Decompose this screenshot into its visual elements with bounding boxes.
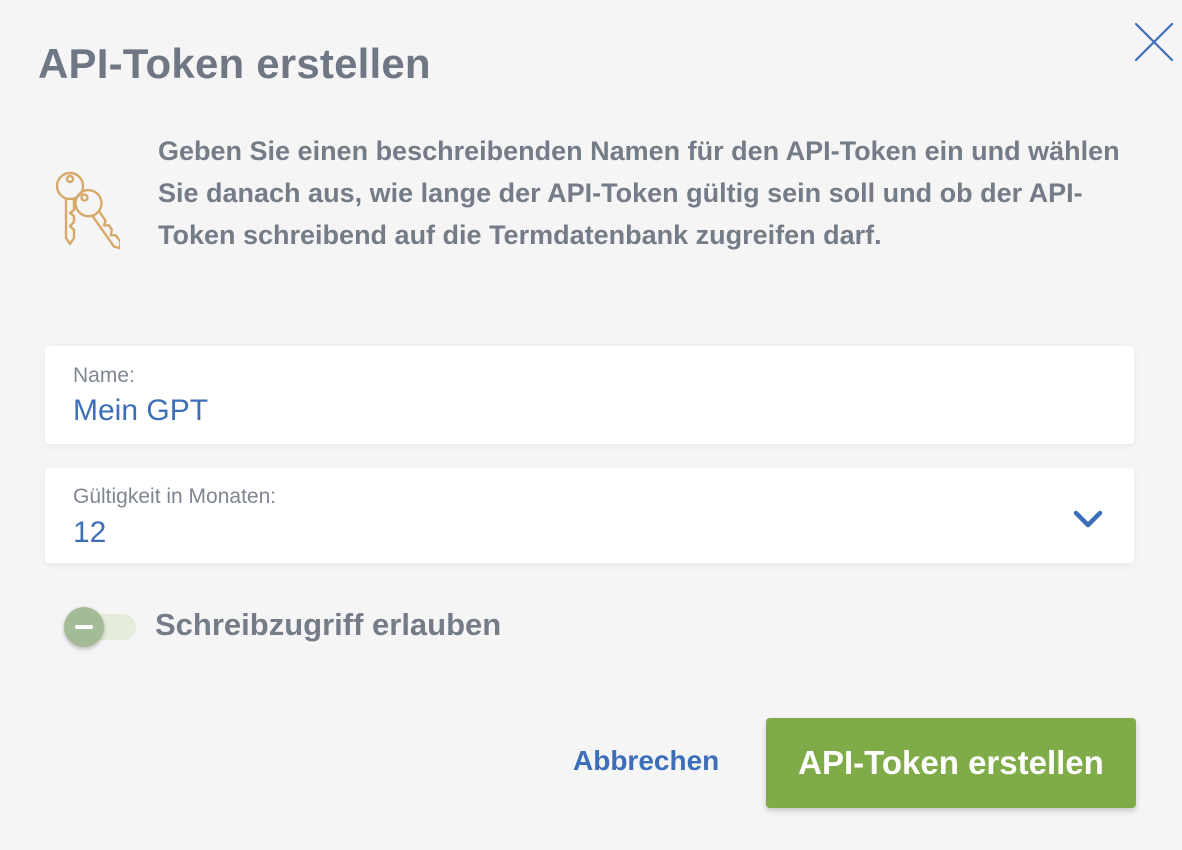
validity-select[interactable]: Gültigkeit in Monaten: 12 [45, 468, 1134, 563]
write-access-toggle[interactable] [64, 605, 136, 647]
validity-field-label: Gültigkeit in Monaten: [73, 485, 277, 508]
create-api-token-dialog: API-Token erstellen Geben Sie einen besc… [0, 0, 1182, 850]
dialog-description: Geben Sie einen beschreibenden Namen für… [158, 136, 1120, 250]
write-access-toggle-row: Schreibzugriff erlauben [64, 605, 501, 647]
close-icon[interactable] [1134, 22, 1174, 62]
create-token-button[interactable]: API-Token erstellen [766, 718, 1136, 808]
keys-icon [48, 168, 122, 252]
cancel-button[interactable]: Abbrechen [573, 745, 719, 777]
dialog-title: API-Token erstellen [38, 40, 431, 87]
name-field[interactable]: Name: [45, 346, 1134, 444]
validity-value: 12 [73, 516, 107, 549]
toggle-knob [64, 607, 104, 647]
name-field-label: Name: [73, 364, 135, 387]
chevron-down-icon[interactable] [1072, 508, 1104, 530]
write-access-label: Schreibzugriff erlauben [155, 607, 502, 642]
name-input[interactable] [73, 394, 1073, 428]
